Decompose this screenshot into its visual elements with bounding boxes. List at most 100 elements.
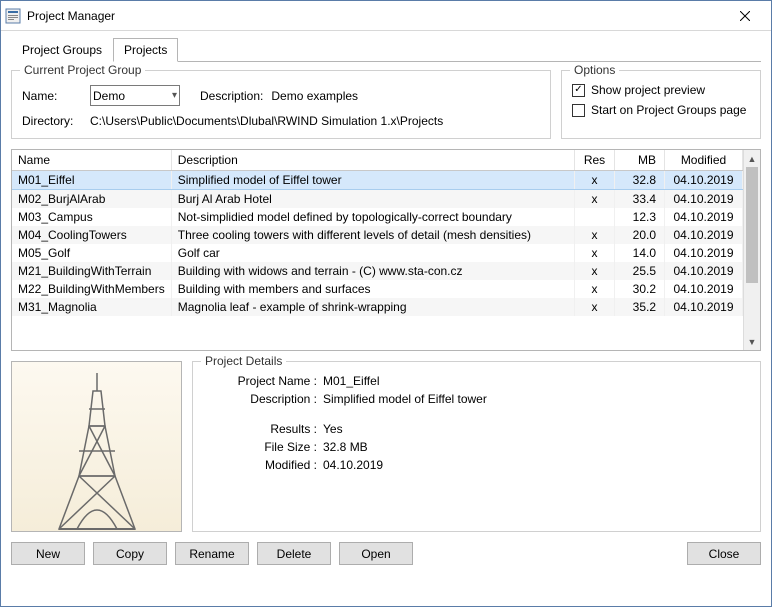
scroll-track[interactable] — [744, 167, 760, 333]
cell-mod: 04.10.2019 — [665, 190, 743, 209]
cell-name: M05_Golf — [12, 244, 171, 262]
checkbox-box — [572, 104, 585, 117]
table-row[interactable]: M21_BuildingWithTerrainBuilding with wid… — [12, 262, 743, 280]
new-button[interactable]: New — [11, 542, 85, 565]
close-button[interactable]: Close — [687, 542, 761, 565]
table-row[interactable]: M22_BuildingWithMembersBuilding with mem… — [12, 280, 743, 298]
tab-project-groups[interactable]: Project Groups — [11, 38, 113, 62]
show-preview-checkbox[interactable]: ✓ Show project preview — [572, 83, 750, 97]
cell-desc: Burj Al Arab Hotel — [171, 190, 574, 209]
cell-name: M21_BuildingWithTerrain — [12, 262, 171, 280]
cell-res: x — [575, 190, 615, 209]
rename-button[interactable]: Rename — [175, 542, 249, 565]
detail-size-label: File Size : — [213, 440, 323, 454]
cell-res: x — [575, 262, 615, 280]
cell-desc: Three cooling towers with different leve… — [171, 226, 574, 244]
cell-res — [575, 208, 615, 226]
cell-res: x — [575, 244, 615, 262]
cell-name: M22_BuildingWithMembers — [12, 280, 171, 298]
group-name-combo[interactable]: Demo ▾ — [90, 85, 180, 106]
projects-table-wrap: Name Description Res MB Modified M01_Eif… — [11, 149, 761, 351]
dir-value: C:\Users\Public\Documents\Dlubal\RWIND S… — [90, 114, 443, 128]
table-row[interactable]: M04_CoolingTowersThree cooling towers wi… — [12, 226, 743, 244]
detail-modified-value: 04.10.2019 — [323, 458, 750, 472]
cell-mb: 12.3 — [615, 208, 665, 226]
cell-mod: 04.10.2019 — [665, 244, 743, 262]
scroll-down-icon[interactable]: ▼ — [744, 333, 760, 350]
name-label: Name: — [22, 89, 82, 103]
detail-desc-value: Simplified model of Eiffel tower — [323, 392, 750, 406]
table-row[interactable]: M05_GolfGolf carx14.004.10.2019 — [12, 244, 743, 262]
cell-name: M03_Campus — [12, 208, 171, 226]
table-row[interactable]: M02_BurjAlArabBurj Al Arab Hotelx33.404.… — [12, 190, 743, 209]
cell-mod: 04.10.2019 — [665, 208, 743, 226]
cell-mod: 04.10.2019 — [665, 298, 743, 316]
vertical-scrollbar[interactable]: ▲ ▼ — [743, 150, 760, 350]
cell-mb: 30.2 — [615, 280, 665, 298]
cell-mod: 04.10.2019 — [665, 262, 743, 280]
open-button[interactable]: Open — [339, 542, 413, 565]
project-manager-window: Project Manager Project Groups Projects … — [0, 0, 772, 607]
tab-strip: Project Groups Projects — [11, 37, 761, 62]
projects-table[interactable]: Name Description Res MB Modified M01_Eif… — [12, 150, 743, 316]
checkbox-box: ✓ — [572, 84, 585, 97]
cell-desc: Building with widows and terrain - (C) w… — [171, 262, 574, 280]
start-on-groups-checkbox[interactable]: Start on Project Groups page — [572, 103, 750, 117]
cell-name: M31_Magnolia — [12, 298, 171, 316]
current-project-group: Current Project Group Name: Demo ▾ Descr… — [11, 70, 551, 139]
cell-mod: 04.10.2019 — [665, 280, 743, 298]
col-name[interactable]: Name — [12, 150, 171, 171]
cell-mb: 33.4 — [615, 190, 665, 209]
detail-results-label: Results : — [213, 422, 323, 436]
cell-res: x — [575, 298, 615, 316]
col-description[interactable]: Description — [171, 150, 574, 171]
cell-res: x — [575, 171, 615, 190]
details-legend: Project Details — [201, 354, 286, 368]
cell-mod: 04.10.2019 — [665, 226, 743, 244]
close-window-button[interactable] — [725, 4, 765, 28]
tab-projects[interactable]: Projects — [113, 38, 178, 62]
show-preview-label: Show project preview — [591, 83, 705, 97]
group-name-value: Demo — [93, 89, 125, 103]
table-row[interactable]: M31_MagnoliaMagnolia leaf - example of s… — [12, 298, 743, 316]
copy-button[interactable]: Copy — [93, 542, 167, 565]
eiffel-tower-icon — [47, 371, 147, 531]
titlebar: Project Manager — [1, 1, 771, 31]
project-preview — [11, 361, 182, 532]
options-group: Options ✓ Show project preview Start on … — [561, 70, 761, 139]
col-mb[interactable]: MB — [615, 150, 665, 171]
cell-desc: Building with members and surfaces — [171, 280, 574, 298]
cell-name: M04_CoolingTowers — [12, 226, 171, 244]
options-legend: Options — [570, 63, 619, 77]
table-row[interactable]: M03_CampusNot-simplidied model defined b… — [12, 208, 743, 226]
dir-label: Directory: — [22, 114, 82, 128]
detail-modified-label: Modified : — [213, 458, 323, 472]
button-bar: New Copy Rename Delete Open Close — [11, 542, 761, 565]
detail-results-value: Yes — [323, 422, 750, 436]
cell-mb: 14.0 — [615, 244, 665, 262]
cell-desc: Golf car — [171, 244, 574, 262]
cell-name: M01_Eiffel — [12, 171, 171, 190]
cell-mb: 20.0 — [615, 226, 665, 244]
cell-desc: Simplified model of Eiffel tower — [171, 171, 574, 190]
scroll-thumb[interactable] — [746, 167, 758, 283]
group-legend: Current Project Group — [20, 63, 145, 77]
cell-mb: 25.5 — [615, 262, 665, 280]
table-row[interactable]: M01_EiffelSimplified model of Eiffel tow… — [12, 171, 743, 190]
col-modified[interactable]: Modified — [665, 150, 743, 171]
cell-mb: 32.8 — [615, 171, 665, 190]
cell-mod: 04.10.2019 — [665, 171, 743, 190]
start-on-groups-label: Start on Project Groups page — [591, 103, 746, 117]
chevron-down-icon: ▾ — [172, 90, 177, 101]
col-res[interactable]: Res — [575, 150, 615, 171]
scroll-up-icon[interactable]: ▲ — [744, 150, 760, 167]
window-title: Project Manager — [27, 9, 725, 23]
close-icon — [740, 11, 750, 21]
detail-name-label: Project Name : — [213, 374, 323, 388]
cell-name: M02_BurjAlArab — [12, 190, 171, 209]
group-desc-value: Demo examples — [271, 89, 358, 103]
delete-button[interactable]: Delete — [257, 542, 331, 565]
cell-desc: Not-simplidied model defined by topologi… — [171, 208, 574, 226]
detail-size-value: 32.8 MB — [323, 440, 750, 454]
app-icon — [5, 8, 21, 24]
